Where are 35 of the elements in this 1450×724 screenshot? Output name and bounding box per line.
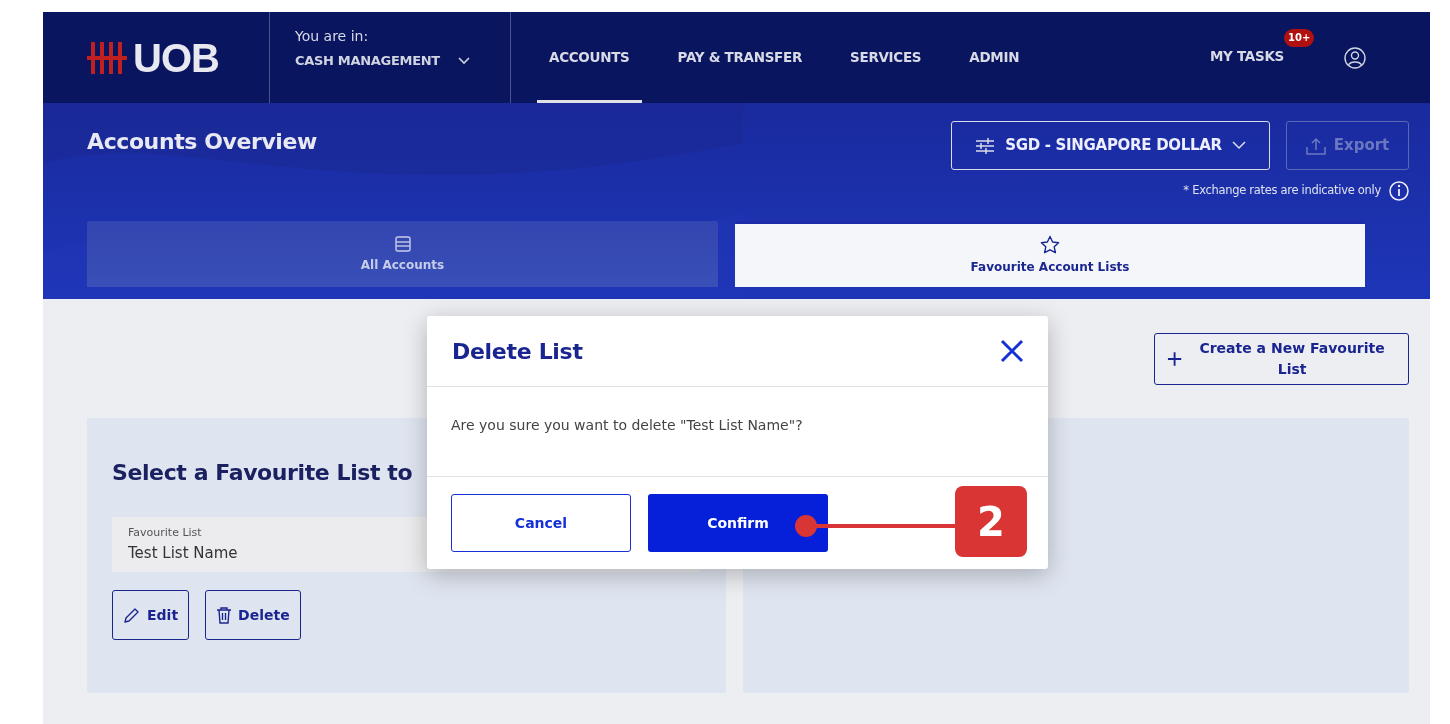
chevron-down-icon [457, 56, 470, 65]
step-badge: 2 [955, 486, 1027, 557]
close-icon [1000, 339, 1024, 364]
notification-badge: 10+ [1283, 29, 1315, 47]
dialog-message: Are you sure you want to delete "Test List Name"? [451, 417, 803, 433]
logo-text: UOB [133, 34, 219, 82]
context-switcher[interactable]: CASH MANAGEMENT [295, 51, 440, 71]
page-title: Accounts Overview [87, 128, 317, 156]
star-icon [1040, 235, 1060, 255]
trash-icon [216, 606, 233, 624]
nav-menu-item[interactable]: ADMIN [957, 12, 1032, 103]
dialog-title: Delete List [452, 337, 583, 366]
delete-button[interactable]: Delete [205, 590, 301, 640]
panel-heading: Select a Favourite List to [112, 459, 414, 487]
pencil-icon [123, 606, 141, 624]
plus-icon [1167, 351, 1183, 367]
exchange-rate-note: * Exchange rates are indicative only [1183, 182, 1381, 200]
close-button[interactable] [1000, 338, 1024, 364]
sliders-icon [975, 136, 996, 155]
cancel-button[interactable]: Cancel [451, 494, 631, 552]
tab[interactable]: Favourite Account Lists [735, 221, 1365, 287]
edit-button[interactable]: Edit [112, 590, 190, 640]
info-icon [1389, 181, 1409, 201]
create-list-button[interactable]: Create a New Favourite List [1154, 333, 1409, 385]
tab[interactable]: All Accounts [87, 221, 718, 287]
chevron-down-icon [1231, 141, 1246, 150]
wallet-icon [393, 234, 412, 253]
user-icon [1344, 46, 1366, 69]
currency-dropdown[interactable]: SGD - SINGAPORE DOLLAR [951, 121, 1270, 170]
nav-menu-item[interactable]: SERVICES [838, 12, 934, 103]
nav-menu-item[interactable]: PAY & TRANSFER [665, 12, 815, 103]
context-label: You are in: [295, 27, 370, 46]
logo-icon [87, 39, 127, 76]
upload-icon [1305, 136, 1326, 155]
confirm-button[interactable]: Confirm [648, 494, 828, 552]
